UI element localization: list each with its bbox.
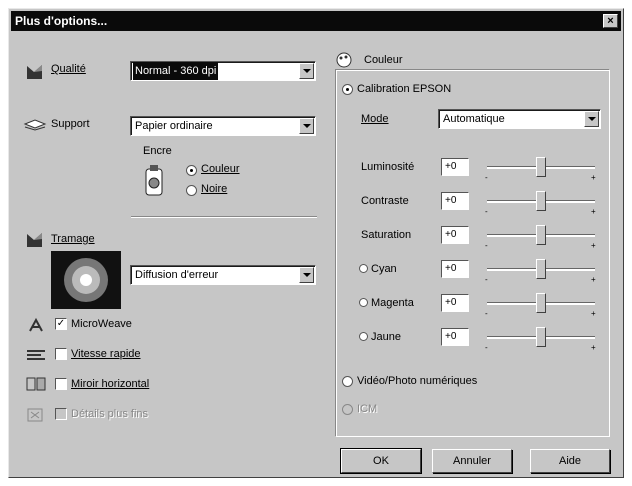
halftoning-select[interactable]: Diffusion d'erreur [130, 265, 316, 285]
color-group-title: Couleur [361, 54, 406, 66]
quality-icon [27, 65, 42, 79]
slider-max-tick: + [591, 207, 596, 216]
title-bar: Plus d'options... × [11, 11, 621, 31]
adjustment-value-field[interactable]: +0 [441, 226, 469, 244]
microweave-label[interactable]: MicroWeave [71, 318, 132, 330]
ink-cartridge-icon [145, 165, 163, 196]
high-speed-icon [27, 350, 45, 360]
chevron-down-icon[interactable] [299, 118, 314, 134]
mode-select[interactable]: Automatique [438, 109, 601, 129]
help-button[interactable]: Aide [530, 449, 610, 473]
flip-horizontal-checkbox[interactable] [55, 378, 67, 390]
halftoning-icon [27, 233, 42, 247]
icm-radio[interactable] [342, 404, 353, 415]
slider-max-tick: + [591, 173, 596, 182]
adjustment-label: Saturation [361, 229, 412, 241]
slider-max-tick: + [591, 309, 596, 318]
slider-max-tick: + [591, 241, 596, 250]
halftone-preview-image [51, 251, 121, 309]
slider-min-tick: - [485, 309, 488, 318]
mode-label: Mode [361, 113, 389, 125]
icm-label[interactable]: ICM [357, 403, 377, 415]
quality-select[interactable]: Normal - 360 dpi [130, 61, 316, 81]
halftoning-label: Tramage [51, 233, 95, 245]
finest-detail-icon [27, 408, 43, 422]
ink-color-label[interactable]: Couleur [201, 163, 240, 175]
adjustment-value-field[interactable]: +0 [441, 294, 469, 312]
close-button[interactable]: × [603, 14, 618, 28]
adjustment-slider-thumb[interactable] [536, 327, 546, 347]
chevron-down-icon[interactable] [584, 111, 599, 127]
slider-min-tick: - [485, 241, 488, 250]
left-separator [131, 216, 317, 218]
adjustment-label: Cyan [371, 263, 397, 275]
adjustment-radio-3[interactable] [359, 264, 368, 273]
adjustment-label: Magenta [371, 297, 414, 309]
microweave-checkbox[interactable]: ✓ [55, 318, 67, 330]
support-select[interactable]: Papier ordinaire [130, 116, 316, 136]
slider-max-tick: + [591, 343, 596, 352]
ink-label: Encre [143, 145, 172, 157]
color-palette-icon [335, 51, 353, 69]
adjustment-label: Luminosité [361, 161, 415, 173]
epson-calibration-radio[interactable] [342, 84, 353, 95]
adjustment-value-field[interactable]: +0 [441, 328, 469, 346]
adjustment-label: Contraste [361, 195, 409, 207]
adjustment-radio-4[interactable] [359, 298, 368, 307]
adjustment-value-field[interactable]: +0 [441, 158, 469, 176]
video-photo-label[interactable]: Vidéo/Photo numériques [357, 375, 477, 387]
slider-min-tick: - [485, 275, 488, 284]
adjustment-value-field[interactable]: +0 [441, 192, 469, 210]
ink-black-radio[interactable] [186, 185, 197, 196]
microweave-icon [29, 317, 43, 332]
slider-max-tick: + [591, 275, 596, 284]
slider-min-tick: - [485, 207, 488, 216]
adjustment-slider-thumb[interactable] [536, 259, 546, 279]
dialog-title: Plus d'options... [15, 14, 108, 28]
high-speed-checkbox[interactable] [55, 348, 67, 360]
support-label: Papier ordinaireSupport [51, 118, 90, 130]
video-photo-radio[interactable] [342, 376, 353, 387]
quality-label: Qualité [51, 63, 86, 75]
options-dialog: Plus d'options... × Qualité Normal - 360… [8, 8, 624, 478]
finest-detail-label[interactable]: Détails plus fins [71, 408, 148, 420]
high-speed-label[interactable]: Vitesse rapide [71, 348, 141, 360]
adjustment-slider-thumb[interactable] [536, 157, 546, 177]
adjustment-slider-thumb[interactable] [536, 225, 546, 245]
cancel-button[interactable]: Annuler [432, 449, 512, 473]
adjustment-value-field[interactable]: +0 [441, 260, 469, 278]
adjustment-slider-thumb[interactable] [536, 293, 546, 313]
adjustment-radio-5[interactable] [359, 332, 368, 341]
slider-min-tick: - [485, 343, 488, 352]
ink-color-radio[interactable] [186, 165, 197, 176]
slider-min-tick: - [485, 173, 488, 182]
finest-detail-checkbox[interactable] [55, 408, 67, 420]
chevron-down-icon[interactable] [299, 63, 314, 79]
paper-support-icon [23, 119, 47, 131]
flip-horizontal-icon [26, 377, 46, 391]
adjustment-slider-thumb[interactable] [536, 191, 546, 211]
flip-horizontal-label[interactable]: Miroir horizontal [71, 378, 149, 390]
epson-calibration-label[interactable]: Calibration EPSON [357, 83, 451, 95]
ink-black-label[interactable]: Noire [201, 183, 227, 195]
adjustment-label: Jaune [371, 331, 401, 343]
chevron-down-icon[interactable] [299, 267, 314, 283]
ok-button[interactable]: OK [340, 448, 422, 474]
